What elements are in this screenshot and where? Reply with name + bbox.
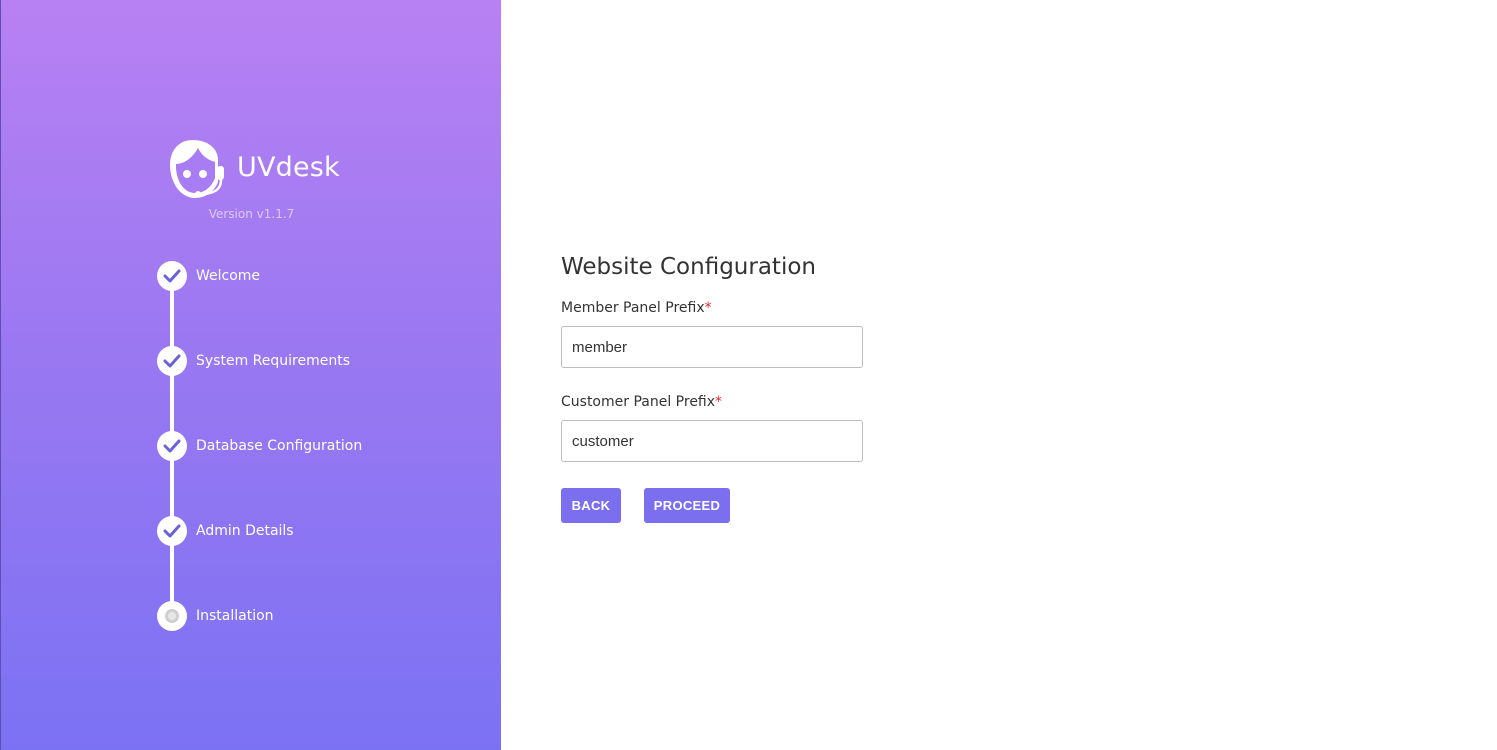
step-label: Admin Details — [196, 523, 294, 539]
brand: UVdesk — [167, 138, 340, 202]
proceed-button[interactable]: PROCEED — [644, 488, 730, 523]
step-system-requirements: System Requirements — [157, 346, 350, 376]
step-admin-details: Admin Details — [157, 516, 294, 546]
installer-sidebar: UVdesk Version v1.1.7 Welcome System Req… — [0, 0, 501, 750]
version-label: Version v1.1.7 — [208, 207, 295, 221]
required-mark: * — [704, 300, 712, 316]
customer-prefix-label: Customer Panel Prefix* — [561, 394, 722, 410]
brand-name: UVdesk — [237, 151, 340, 183]
step-welcome: Welcome — [157, 261, 260, 291]
customer-prefix-input[interactable] — [561, 420, 863, 462]
back-button[interactable]: BACK — [561, 488, 621, 523]
check-icon — [157, 516, 187, 546]
step-database-configuration: Database Configuration — [157, 431, 362, 461]
customer-prefix-label-text: Customer Panel Prefix — [561, 394, 716, 410]
uvdesk-logo-icon — [170, 140, 224, 198]
member-prefix-label-text: Member Panel Prefix — [561, 300, 705, 316]
check-icon — [157, 431, 187, 461]
member-prefix-input[interactable] — [561, 326, 863, 368]
member-prefix-label: Member Panel Prefix* — [561, 300, 712, 316]
check-icon — [157, 346, 187, 376]
step-label: Database Configuration — [196, 438, 363, 454]
step-installation: Installation — [157, 601, 274, 631]
step-label: Welcome — [196, 268, 261, 284]
check-icon — [157, 261, 187, 291]
required-mark: * — [715, 394, 723, 410]
pending-dot-icon — [157, 601, 187, 631]
step-label: System Requirements — [196, 353, 350, 369]
step-label: Installation — [196, 608, 274, 624]
main-panel: Website Configuration Member Panel Prefi… — [501, 0, 1497, 750]
page-title: Website Configuration — [561, 254, 816, 280]
